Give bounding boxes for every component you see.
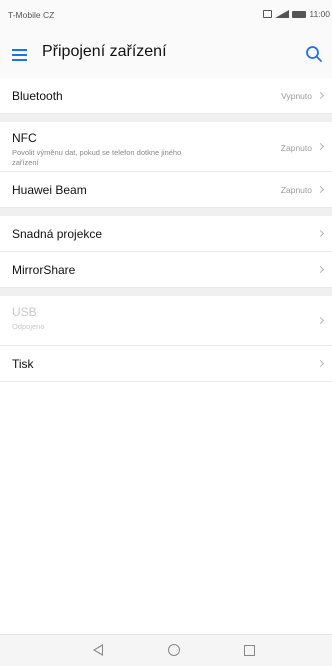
sim-icon xyxy=(263,10,273,18)
signal-icon xyxy=(275,10,290,18)
search-icon[interactable] xyxy=(304,44,324,64)
setting-label: MirrorShare xyxy=(12,263,76,277)
status-bar: T-Mobile CZ 11:00 xyxy=(0,0,332,32)
setting-tisk[interactable]: Tisk xyxy=(0,346,332,382)
page-title: Připojení zařízení xyxy=(42,43,167,60)
setting-value: Vypnuto xyxy=(281,91,312,101)
setting-mirrorshare[interactable]: MirrorShare xyxy=(0,252,332,288)
setting-nfc[interactable]: NFC Povolit výměnu dat, pokud se telefon… xyxy=(0,122,332,172)
back-triangle-icon[interactable] xyxy=(93,644,103,656)
setting-label: Tisk xyxy=(12,357,34,371)
status-icons: 11:00 xyxy=(263,9,330,19)
setting-label: NFC xyxy=(12,131,37,145)
clock: 11:00 xyxy=(309,9,330,19)
recents-square-icon[interactable] xyxy=(244,645,255,656)
system-nav-bar xyxy=(0,634,332,666)
setting-label: Huawei Beam xyxy=(12,183,87,197)
setting-subtitle: Povolit výměnu dat, pokud se telefon dot… xyxy=(12,148,182,167)
chevron-right-icon xyxy=(316,91,325,100)
chevron-right-icon xyxy=(316,316,325,325)
setting-value: Zapnuto xyxy=(280,185,312,195)
chevron-right-icon xyxy=(316,185,325,194)
battery-icon xyxy=(292,10,307,18)
chevron-right-icon xyxy=(316,359,325,368)
setting-bluetooth[interactable]: Bluetooth Vypnuto xyxy=(0,78,332,114)
chevron-right-icon xyxy=(316,265,325,274)
setting-label: USB xyxy=(12,305,37,319)
menu-icon[interactable] xyxy=(12,49,27,61)
chevron-right-icon xyxy=(316,142,325,151)
section-divider xyxy=(0,114,332,122)
setting-label: Bluetooth xyxy=(12,89,63,103)
setting-snadna-projekce[interactable]: Snadná projekce xyxy=(0,216,332,252)
settings-list: Bluetooth Vypnuto NFC Povolit výměnu dat… xyxy=(0,78,332,382)
home-circle-icon[interactable] xyxy=(168,644,180,656)
setting-usb: USB Odpojeno xyxy=(0,296,332,346)
section-divider xyxy=(0,208,332,216)
app-bar: Připojení zařízení xyxy=(0,32,332,78)
section-divider xyxy=(0,288,332,296)
setting-subtitle: Odpojeno xyxy=(12,322,45,331)
setting-label: Snadná projekce xyxy=(12,227,103,241)
chevron-right-icon xyxy=(316,229,325,238)
setting-value: Zapnuto xyxy=(280,143,312,153)
setting-huawei-beam[interactable]: Huawei Beam Zapnuto xyxy=(0,172,332,208)
carrier-label: T-Mobile CZ xyxy=(8,10,55,20)
